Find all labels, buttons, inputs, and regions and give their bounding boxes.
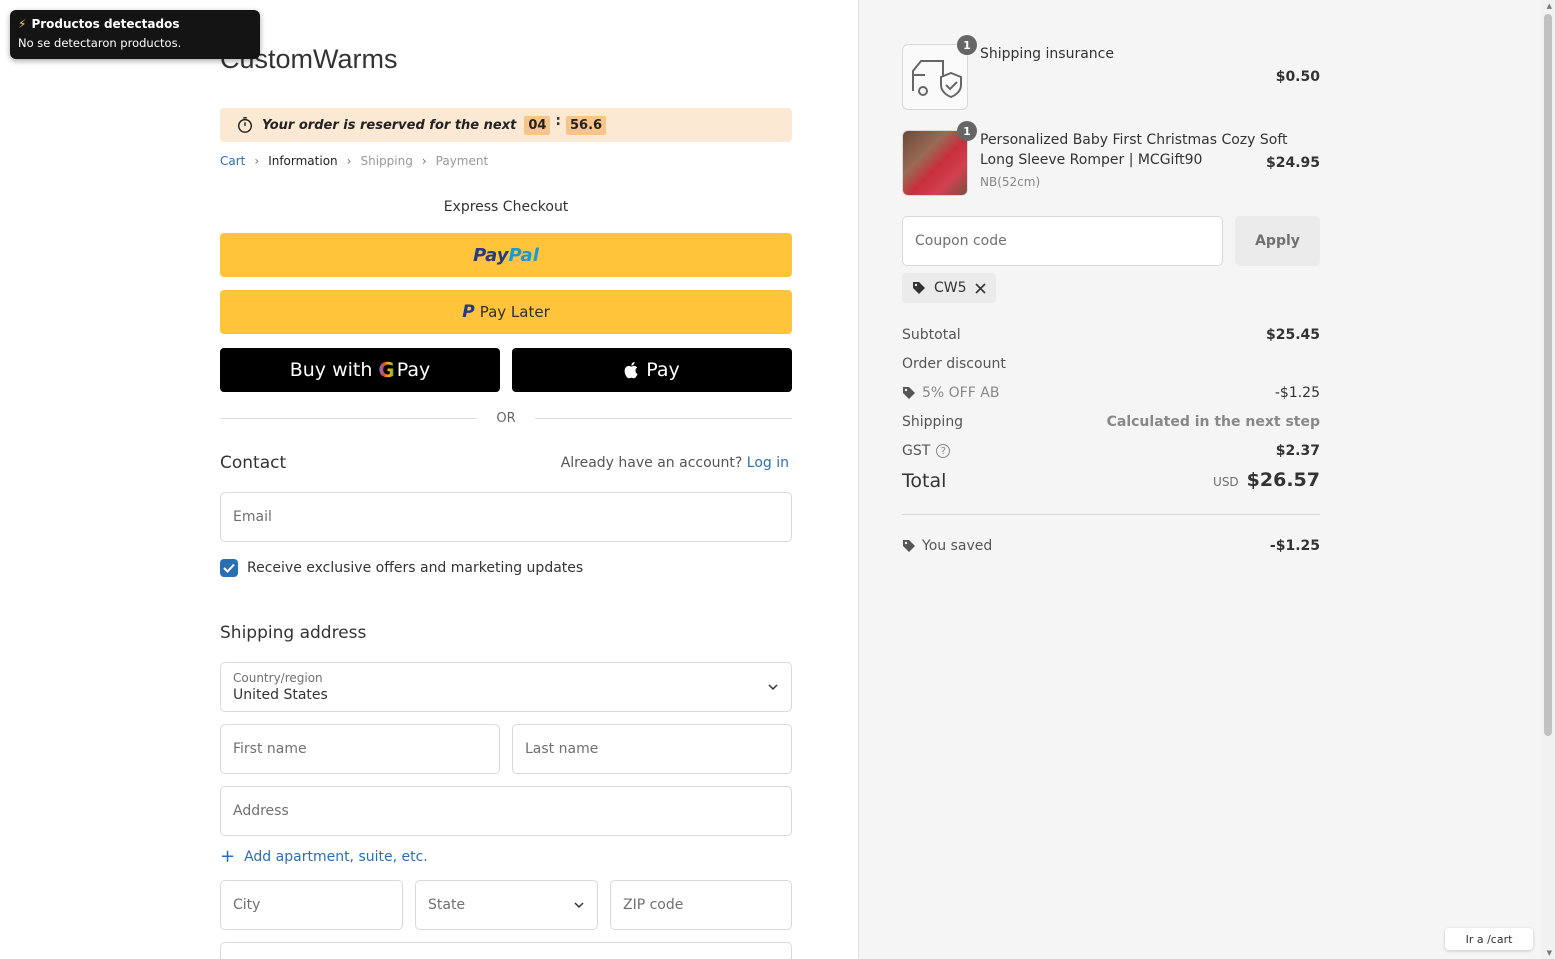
- timer-seconds: 56.6: [566, 115, 607, 135]
- zip-field[interactable]: ZIP code: [610, 880, 792, 930]
- chevron-down-icon: [574, 902, 584, 909]
- total-value: USD $26.57: [1213, 469, 1320, 491]
- chevron-right-icon: ›: [346, 154, 352, 168]
- truck-shield-icon: [912, 60, 962, 99]
- email-field[interactable]: Email: [220, 492, 792, 542]
- item-name-line2: Long Sleeve Romper | MCGift90: [980, 152, 1203, 168]
- marketing-checkbox[interactable]: [220, 559, 238, 577]
- breadcrumb: Cart › Information › Shipping › Payment: [220, 154, 488, 168]
- total-label: Total: [902, 470, 947, 492]
- account-prompt: Already have an account? Log in: [560, 455, 789, 471]
- timer-minutes: 04: [524, 115, 551, 135]
- shipping-address-heading: Shipping address: [220, 623, 367, 643]
- scroll-up-arrow-icon[interactable]: ▲: [1547, 2, 1552, 10]
- marketing-opt-in[interactable]: Receive exclusive offers and marketing u…: [220, 559, 583, 577]
- paypal-logo: PayPal: [473, 244, 539, 266]
- country-value: United States: [233, 687, 328, 703]
- or-label: OR: [496, 411, 516, 426]
- phone-field[interactable]: [220, 942, 792, 959]
- state-select[interactable]: State: [415, 880, 598, 930]
- discount-name: 5% OFF AB: [902, 385, 999, 401]
- breadcrumb-cart[interactable]: Cart: [220, 154, 245, 168]
- scrollbar-thumb[interactable]: [1544, 14, 1552, 736]
- express-checkout-title: Express Checkout: [443, 199, 569, 215]
- you-saved-value: -$1.25: [1269, 538, 1320, 554]
- close-icon[interactable]: [974, 282, 986, 294]
- timer-message: Your order is reserved for the next: [262, 117, 517, 133]
- go-to-cart-link[interactable]: Ir a /cart: [1445, 928, 1533, 950]
- last-name-field[interactable]: Last name: [512, 724, 792, 774]
- chevron-down-icon: [768, 684, 778, 691]
- country-label: Country/region: [233, 671, 323, 685]
- item-name-line1: Personalized Baby First Christmas Cozy S…: [980, 132, 1288, 148]
- country-select[interactable]: Country/region United States: [220, 662, 792, 712]
- shipping-insurance-thumbnail: [902, 44, 968, 110]
- you-saved-label: You saved: [902, 538, 992, 554]
- paypal-p-icon: P: [462, 302, 475, 322]
- tag-icon: [903, 540, 915, 552]
- gpay-suffix: Pay: [396, 359, 431, 381]
- tag-icon: [903, 387, 915, 399]
- add-apartment-link[interactable]: + Add apartment, suite, etc.: [220, 846, 428, 867]
- tag-icon: [913, 282, 925, 294]
- bolt-icon: ⚡: [18, 17, 27, 31]
- subtotal-label: Subtotal: [902, 327, 961, 343]
- contact-heading: Contact: [220, 453, 287, 473]
- apple-pay-button[interactable]: Pay: [512, 348, 792, 392]
- gst-value: $2.37: [1275, 443, 1320, 459]
- plus-icon: +: [220, 846, 236, 867]
- apply-coupon-button[interactable]: Apply: [1235, 216, 1320, 266]
- item-variant: NB(52cm): [980, 175, 1041, 189]
- scroll-down-arrow-icon[interactable]: ▼: [1547, 949, 1552, 957]
- summary-divider: [902, 514, 1320, 515]
- first-name-field[interactable]: First name: [220, 724, 500, 774]
- paypal-pay-later-button[interactable]: P Pay Later: [220, 290, 792, 334]
- paypal-button[interactable]: PayPal: [220, 233, 792, 277]
- toast-message: No se detectaron productos.: [18, 36, 182, 50]
- quantity-badge: 1: [957, 121, 977, 141]
- coupon-code-field[interactable]: Coupon code: [902, 216, 1223, 266]
- products-detected-toast: ⚡ Productos detectados No se detectaron p…: [10, 10, 260, 59]
- toast-title: Productos detectados: [31, 17, 180, 31]
- checkmark-icon: [223, 563, 235, 573]
- apple-icon: [624, 362, 638, 379]
- google-pay-button[interactable]: Buy with G Pay: [220, 348, 500, 392]
- scrollbar[interactable]: ▲ ▼: [1541, 0, 1555, 959]
- currency-code: USD: [1213, 475, 1239, 489]
- gpay-prefix: Buy with: [289, 359, 373, 381]
- breadcrumb-shipping: Shipping: [360, 154, 413, 168]
- quantity-badge: 1: [957, 35, 977, 55]
- item-name: Shipping insurance: [980, 46, 1114, 62]
- chevron-right-icon: ›: [254, 154, 260, 168]
- timer-colon: :: [555, 113, 562, 129]
- email-placeholder: Email: [233, 509, 272, 525]
- shipping-label: Shipping: [902, 414, 964, 430]
- applied-code: CW5: [934, 280, 967, 296]
- subtotal-value: $25.45: [1265, 327, 1320, 343]
- discount-value: -$1.25: [1274, 385, 1320, 401]
- breadcrumb-payment: Payment: [435, 154, 489, 168]
- marketing-label: Receive exclusive offers and marketing u…: [247, 560, 584, 576]
- total-amount: $26.57: [1246, 469, 1320, 491]
- reservation-timer: Your order is reserved for the next 04 :…: [220, 108, 792, 142]
- address-field[interactable]: Address: [220, 786, 792, 836]
- stopwatch-icon: [237, 117, 253, 133]
- romper-product-image: [902, 130, 968, 196]
- item-price: $24.95: [1265, 155, 1320, 171]
- login-link[interactable]: Log in: [747, 455, 789, 471]
- order-discount-label: Order discount: [902, 356, 1006, 372]
- google-g-icon: G: [378, 358, 395, 382]
- pay-later-label: Pay Later: [479, 303, 550, 321]
- item-price: $0.50: [1275, 69, 1320, 85]
- shipping-value: Calculated in the next step: [1106, 414, 1320, 430]
- help-icon[interactable]: ?: [936, 444, 951, 458]
- chevron-right-icon: ›: [421, 154, 427, 168]
- apple-pay-label: Pay: [646, 359, 680, 381]
- applied-discount-chip: CW5: [902, 273, 996, 303]
- breadcrumb-information: Information: [268, 154, 338, 168]
- gst-label: GST ?: [902, 443, 951, 459]
- city-field[interactable]: City: [220, 880, 403, 930]
